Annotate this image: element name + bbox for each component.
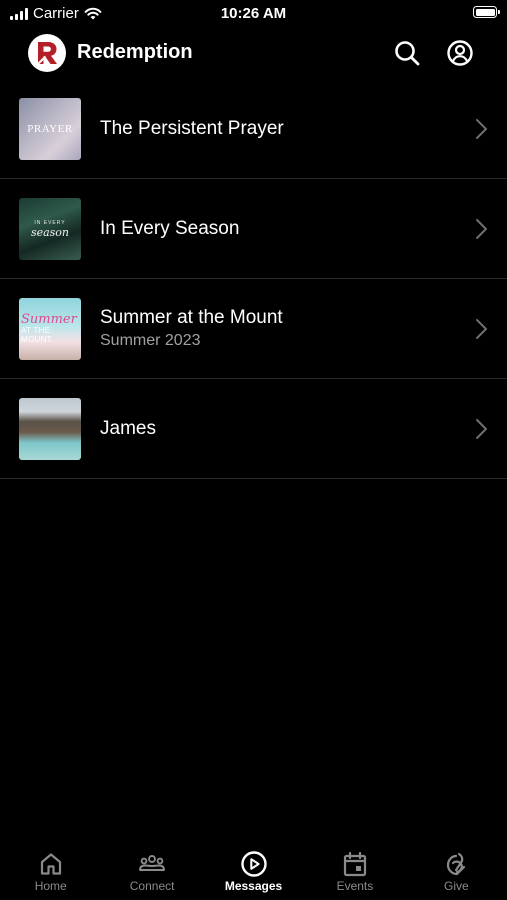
thumbnail-text: PRAYER	[27, 123, 73, 135]
thumbnail-text-small: AT THE MOUNT	[21, 326, 52, 344]
series-subtitle: Summer 2023	[100, 332, 201, 349]
series-thumbnail	[19, 398, 81, 460]
battery-icon	[473, 6, 500, 18]
list-item-persistent-prayer[interactable]: PRAYER The Persistent Prayer	[0, 79, 507, 179]
home-icon	[40, 853, 61, 875]
give-icon	[447, 852, 466, 876]
series-list: PRAYER The Persistent Prayer IN EVERY se…	[0, 79, 507, 479]
thumbnail-text-script: season	[30, 225, 70, 239]
row-text: Summer at the Mount Summer 2023	[100, 279, 283, 379]
tab-home[interactable]: Home	[0, 840, 101, 900]
series-title: James	[100, 418, 156, 439]
row-text: James	[100, 379, 156, 479]
play-circle-icon	[240, 851, 267, 877]
series-thumbnail: IN EVERY season	[19, 198, 81, 260]
app-title: Redemption	[77, 41, 193, 63]
tab-bar: Home Connect Messages Events Give	[0, 840, 507, 900]
chevron-right-icon	[476, 119, 487, 139]
row-text: In Every Season	[100, 179, 239, 279]
app-logo[interactable]	[28, 34, 66, 72]
thumbnail-text-script: Summer	[21, 312, 77, 327]
tab-events[interactable]: Events	[304, 840, 405, 900]
list-item-in-every-season[interactable]: IN EVERY season In Every Season	[0, 179, 507, 279]
chevron-right-icon	[476, 319, 487, 339]
list-item-summer-at-the-mount[interactable]: Summer AT THE MOUNT Summer at the Mount …	[0, 279, 507, 379]
status-time: 10:26 AM	[220, 5, 287, 22]
tab-connect[interactable]: Connect	[101, 840, 202, 900]
tab-label: Messages	[224, 879, 283, 893]
tab-messages[interactable]: Messages	[203, 840, 304, 900]
tab-label: Home	[34, 879, 67, 893]
redemption-logo-icon	[37, 42, 57, 65]
tab-label: Connect	[129, 879, 175, 893]
tab-give[interactable]: Give	[406, 840, 507, 900]
list-item-james[interactable]: James	[0, 379, 507, 479]
chevron-right-icon	[476, 219, 487, 239]
people-icon	[139, 855, 166, 871]
tab-label: Events	[336, 879, 374, 893]
series-title: The Persistent Prayer	[100, 118, 284, 139]
series-thumbnail: PRAYER	[19, 98, 81, 160]
app-header: Redemption	[0, 32, 507, 74]
status-bar: Carrier 10:26 AM	[0, 0, 507, 30]
row-text: The Persistent Prayer	[100, 79, 284, 179]
calendar-icon	[343, 851, 367, 877]
tab-label: Give	[443, 879, 469, 893]
series-title: Summer at the Mount	[100, 307, 283, 328]
series-thumbnail: Summer AT THE MOUNT	[19, 298, 81, 360]
search-icon[interactable]	[393, 39, 421, 67]
chevron-right-icon	[476, 419, 487, 439]
series-title: In Every Season	[100, 218, 240, 239]
profile-icon[interactable]	[446, 39, 474, 67]
